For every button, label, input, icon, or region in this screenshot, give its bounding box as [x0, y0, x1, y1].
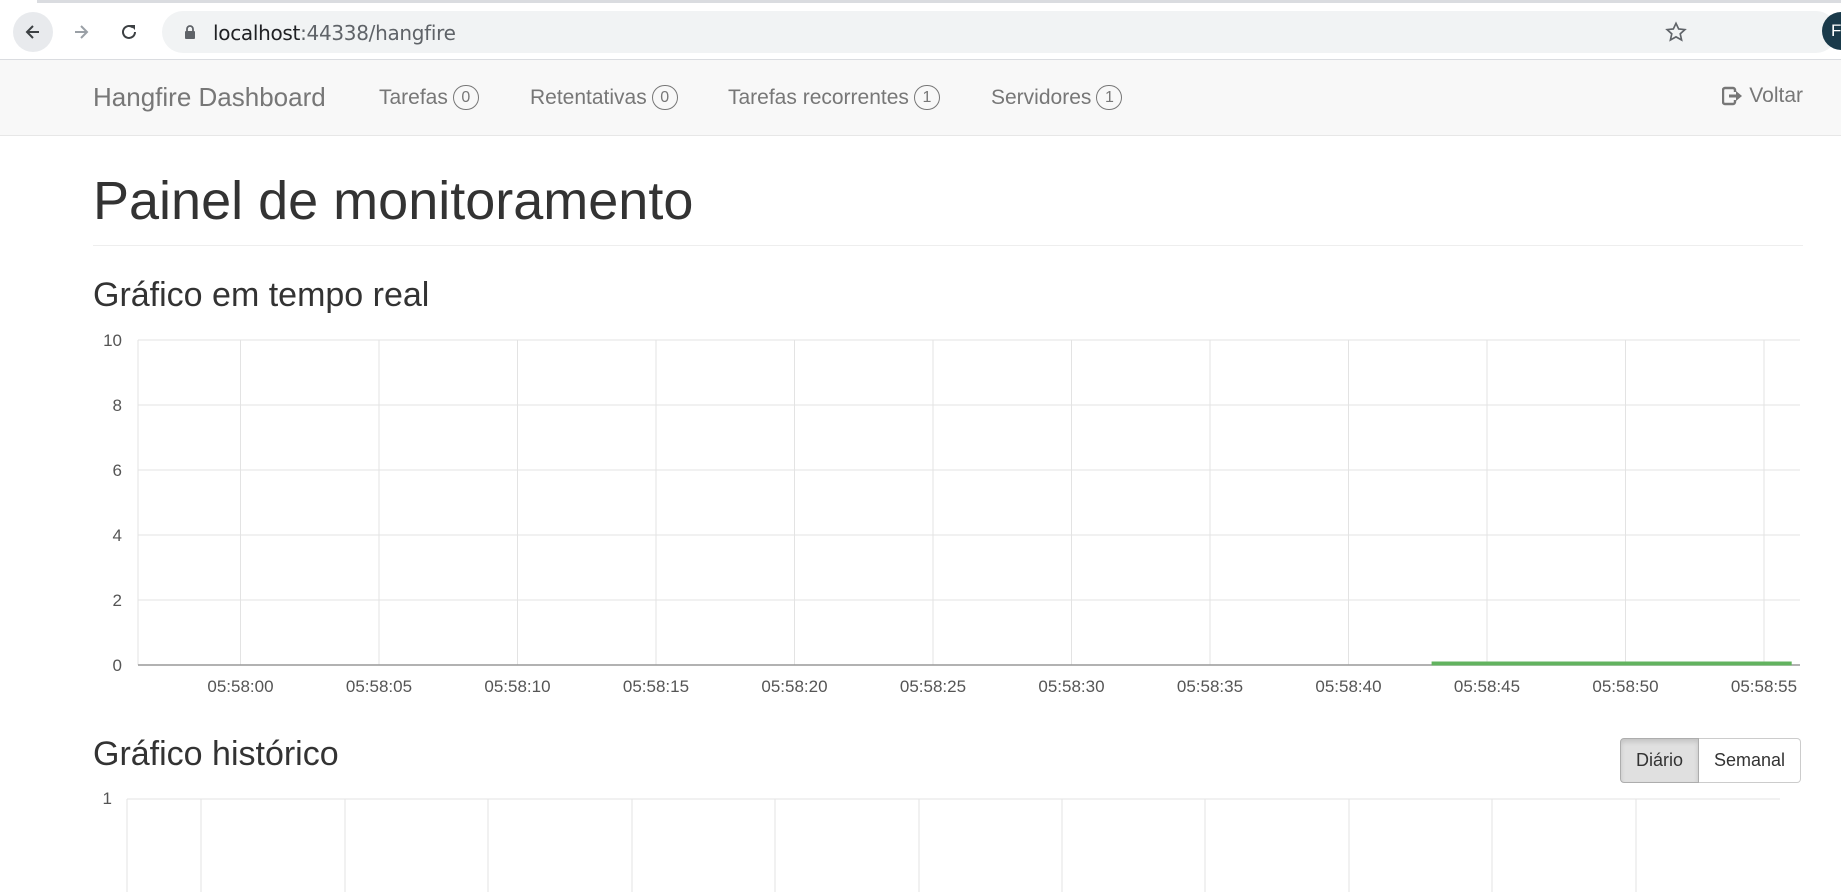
history-chart: 1 — [103, 789, 1780, 892]
y-tick-label: 1 — [103, 789, 112, 808]
